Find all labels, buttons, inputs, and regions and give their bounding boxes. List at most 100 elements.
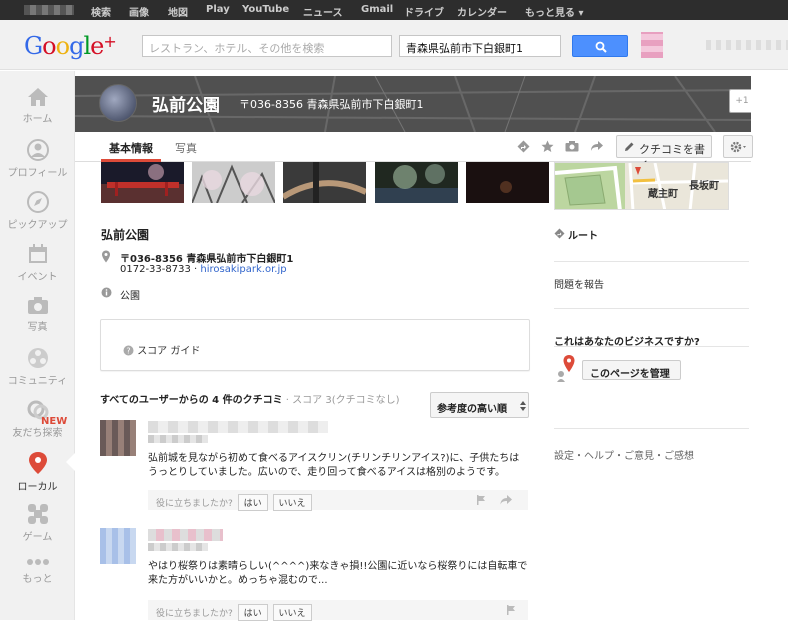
sidebar-label: 友だち探索 [12, 428, 63, 439]
place-name-header: 弘前公園 [152, 96, 220, 116]
place-website-link[interactable]: hirosakipark.or.jp [200, 264, 286, 275]
sidebar-item-profile[interactable]: プロフィール [0, 139, 75, 179]
sort-dropdown[interactable]: 参考度の高い順 [430, 392, 529, 418]
sidebar-label: もっと [22, 574, 53, 585]
settings-dropdown-button[interactable] [723, 135, 753, 158]
report-problem-link[interactable]: 問題を報告 [554, 276, 604, 291]
divider [554, 346, 749, 347]
write-review-button[interactable]: クチコミを書く [616, 135, 712, 172]
sidebar-item-pickup[interactable]: ピックアップ [0, 191, 75, 231]
plusone-button[interactable]: +1 [729, 89, 751, 113]
sidebar-label: ホーム [22, 114, 53, 125]
score-guide-link[interactable]: ? スコア ガイド [123, 342, 200, 357]
helpful-yes-button[interactable]: はい [237, 494, 268, 511]
helpful-yes-button[interactable]: はい [237, 604, 268, 621]
sidebar-item-photos[interactable]: 写真 [0, 295, 75, 333]
flag-icon[interactable] [476, 495, 486, 505]
place-thumbnail[interactable] [99, 84, 137, 122]
photo-thumbnail[interactable] [283, 162, 366, 203]
reviewer-avatar-blurred[interactable] [100, 420, 136, 456]
photo-thumbnail[interactable] [192, 162, 275, 203]
sidebar-label: ゲーム [22, 532, 53, 543]
place-phone: 0172-33-8733 [120, 264, 191, 275]
photo-thumbnail[interactable] [101, 162, 184, 203]
game-icon [27, 504, 48, 524]
active-pointer [66, 452, 76, 472]
share-icon[interactable] [590, 140, 604, 152]
reviewer-name-blurred[interactable] [148, 421, 328, 433]
profile-icon [26, 139, 49, 161]
svg-text:?: ? [126, 347, 130, 356]
helpful-prompt: 役に立ちましたか? [156, 609, 233, 619]
reviewer-name-blurred[interactable] [148, 529, 223, 541]
sidebar-item-local[interactable]: ローカル [0, 451, 75, 493]
user-name-blurred [24, 5, 74, 15]
share-icon[interactable] [500, 495, 512, 505]
nav-maps[interactable]: 地図 [168, 4, 188, 19]
more-icon [26, 559, 49, 565]
search-button[interactable] [572, 35, 628, 57]
mini-map[interactable]: 蔵主町 長坂町 [554, 162, 729, 210]
nav-play[interactable]: Play [206, 4, 230, 15]
nav-search[interactable]: 検索 [91, 4, 111, 19]
photo-thumbnail[interactable] [466, 162, 549, 203]
sort-label: 参考度の高い順 [437, 404, 507, 415]
nav-gmail[interactable]: Gmail [361, 4, 393, 15]
sidebar-item-events[interactable]: イベント [0, 243, 75, 283]
sidebar-label: ローカル [17, 482, 58, 493]
sidebar-item-community[interactable]: コミュニティ [0, 347, 75, 387]
star-icon[interactable] [541, 140, 554, 153]
place-title: 弘前公園 [101, 228, 150, 242]
directions-icon[interactable] [517, 140, 530, 153]
map-label: 蔵主町 [648, 189, 678, 200]
google-plus-logo[interactable]: Google+ [24, 32, 117, 60]
nav-drive[interactable]: ドライブ [404, 4, 444, 19]
local-pin-icon [28, 452, 47, 474]
nav-news[interactable]: ニュース [303, 4, 343, 19]
sidebar-item-more[interactable]: もっと [0, 557, 75, 585]
sidebar-label: コミュニティ [7, 376, 68, 387]
reviews-heading: すべてのユーザーからの 4 件のクチコミ · スコア 3(クチコミなし) [100, 391, 400, 406]
search-icon [595, 41, 607, 53]
sidebar-label: ピックアップ [7, 220, 68, 231]
review-item: やはり桜祭りは素晴らしい(^^^^)来なきゃ損!!公園に近いなら桜祭りには自転車… [100, 528, 530, 621]
review-text: 弘前城を見ながら初めて食べるアイスクリン(チリンチリンアイス?)に、子供たちはう… [148, 453, 520, 478]
tab-basic-info[interactable]: 基本情報 [101, 132, 161, 162]
review-item: 弘前城を見ながら初めて食べるアイスクリン(チリンチリンアイス?)に、子供たちはう… [100, 420, 530, 512]
nav-more[interactable]: もっと見る ▾ [525, 4, 584, 19]
location-pin-icon [102, 250, 110, 263]
home-icon [27, 88, 48, 106]
compass-icon [26, 191, 49, 213]
sidebar-item-home[interactable]: ホーム [0, 87, 75, 125]
user-avatar-blurred[interactable] [641, 32, 663, 58]
route-link[interactable]: ルート [568, 227, 598, 242]
review-helpful-bar: 役に立ちましたか? はい いいえ [148, 490, 528, 511]
score-guide-box: ? スコア ガイド [100, 319, 530, 371]
tab-photos[interactable]: 写真 [175, 140, 197, 156]
flag-icon[interactable] [506, 605, 516, 615]
place-category: 公園 [120, 291, 140, 302]
account-name-blurred[interactable] [706, 40, 788, 50]
community-icon [27, 348, 48, 368]
camera-small-icon[interactable] [565, 140, 579, 152]
manage-page-button[interactable]: このページを管理 [582, 360, 681, 380]
camera-icon [27, 297, 48, 314]
nav-images[interactable]: 画像 [129, 4, 149, 19]
location-input[interactable]: 青森県弘前市下白銀町1 [399, 35, 561, 57]
search-input[interactable]: レストラン、ホテル、その他を検索 [142, 35, 392, 57]
photo-thumbnail[interactable] [375, 162, 458, 203]
reviews-count-label: すべてのユーザーからの 4 件のクチコミ [100, 395, 283, 406]
footer-links[interactable]: 設定・ヘルプ・ご意見・ご感想 [554, 447, 694, 462]
divider [554, 428, 749, 429]
info-icon [101, 287, 112, 298]
nav-youtube[interactable]: YouTube [242, 4, 289, 15]
nav-calendar[interactable]: カレンダー [457, 4, 507, 19]
helpful-no-button[interactable]: いいえ [272, 494, 312, 511]
review-text: やはり桜祭りは素晴らしい(^^^^)来なきゃ損!!公園に近いなら桜祭りには自転車… [148, 561, 528, 586]
helpful-no-button[interactable]: いいえ [272, 604, 312, 621]
review-helpful-bar: 役に立ちましたか? はい いいえ [148, 600, 528, 621]
reviewer-avatar-blurred[interactable] [100, 528, 136, 564]
new-badge: NEW [41, 416, 68, 427]
sidebar-item-games[interactable]: ゲーム [0, 503, 75, 543]
place-address: 〒036-8356 青森県弘前市下白銀町1 [120, 254, 294, 265]
